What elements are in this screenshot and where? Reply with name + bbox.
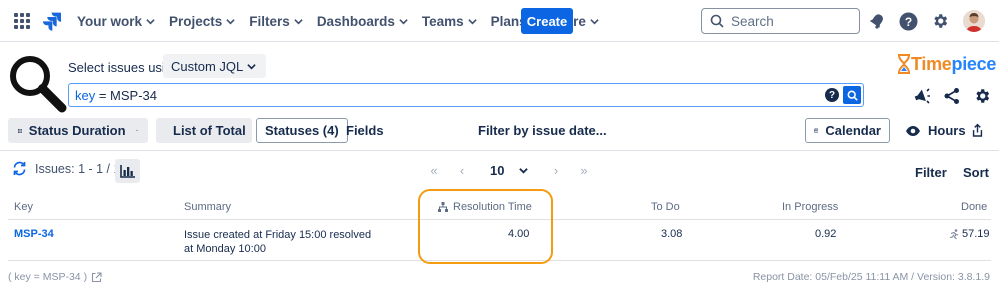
search-icon [847,90,858,101]
chevron-down-icon [226,18,235,24]
help-icon[interactable]: ? [898,11,918,31]
nav-projects[interactable]: Projects [162,0,242,42]
jql-field-keyword: key [75,87,96,103]
chevron-down-icon [135,129,138,132]
jql-query-rest: = MSP-34 [95,87,158,103]
statuses-label: Statuses (4) [265,123,339,138]
bar-chart-icon [120,164,135,178]
nav-dashboards[interactable]: Dashboards [310,0,415,42]
done-cell: 57.19 [949,228,990,240]
gear-icon[interactable] [972,86,992,106]
issues-count-row: Issues: 1 - 1 / 1 [12,161,120,176]
footer-query: ( key = MSP-34 ) [8,271,102,283]
resolution-time-highlight [418,189,553,264]
app-switcher-icon[interactable] [14,13,30,29]
chevron-down-icon [399,18,408,24]
chevron-down-icon [247,64,256,70]
column-header-to-do[interactable]: To Do [651,201,680,213]
to-do-value: 3.08 [661,228,683,240]
chevron-down-icon [590,18,599,24]
search-placeholder: Search [731,13,774,29]
calendar-label: Calendar [825,123,881,138]
pagination: « ‹ 10 › » [420,163,598,178]
status-duration-dropdown[interactable]: Status Duration [8,118,148,143]
refresh-icon[interactable] [12,161,27,176]
top-navigation: Your work Projects Filters Dashboards Te… [0,0,999,42]
settings-gear-icon[interactable] [930,11,950,31]
announcement-megaphone-icon[interactable] [912,86,932,106]
calendar-button[interactable]: Calendar [805,118,890,143]
in-progress-value: 0.92 [815,228,837,240]
report-date: Report Date: 05/Feb/25 11:11 AM / Versio… [752,271,990,283]
filter-by-issue-date-button[interactable]: Filter by issue date... [474,118,611,143]
user-avatar[interactable] [963,10,985,32]
last-page-icon[interactable]: » [570,163,598,178]
calendar-icon [814,128,819,133]
nav-filters-label: Filters [249,13,290,29]
first-page-icon[interactable]: « [420,163,448,178]
column-header-done[interactable]: Done [961,201,987,213]
issue-key-link[interactable]: MSP-34 [14,228,54,240]
column-header-summary[interactable]: Summary [184,201,231,213]
external-link-icon[interactable] [91,271,102,283]
column-header-in-progress[interactable]: In Progress [782,201,838,213]
export-upload-icon[interactable] [972,118,990,143]
previous-page-icon[interactable]: ‹ [448,163,476,178]
page-size-dropdown[interactable]: 10 [484,163,534,178]
done-value: 57.19 [962,228,990,240]
share-icon[interactable] [942,86,962,106]
list-of-total-label: List of Total [173,123,246,138]
sort-button[interactable]: Sort [963,165,989,180]
footer-query-text: ( key = MSP-34 ) [8,271,88,283]
nav-filters[interactable]: Filters [242,0,310,42]
svg-text:?: ? [904,15,911,29]
chevron-down-icon [467,18,477,24]
jql-help-icon[interactable]: ? [825,88,839,102]
runner-icon [949,228,959,239]
nav-your-work[interactable]: Your work [70,0,162,42]
search-icon [710,14,724,28]
eye-icon [906,125,920,136]
jql-query-input[interactable]: key = MSP-34 ? [68,83,864,107]
statuses-button[interactable]: Statuses (4) [256,118,348,143]
filter-by-issue-date-label: Filter by issue date... [478,123,607,138]
filter-button[interactable]: Filter [915,165,947,180]
query-mode-value: Custom JQL [171,58,244,74]
grid-icon [18,128,22,133]
issue-summary: Issue created at Friday 15:00 resolved a… [184,229,372,255]
hourglass-icon [898,54,910,74]
chevron-down-icon [146,18,155,24]
timepiece-search-icon [10,56,67,113]
list-of-total-button[interactable]: List of Total [156,118,252,143]
page-size-value: 10 [490,163,505,178]
nav-projects-label: Projects [169,13,223,29]
chevron-down-icon [519,168,528,174]
nav-teams-label: Teams [421,13,464,29]
hours-toggle[interactable]: Hours [901,118,970,143]
brand-part-2: piece [951,53,997,74]
notifications-icon[interactable] [867,11,887,31]
status-duration-label: Status Duration [28,123,126,138]
jql-search-button[interactable] [843,86,861,104]
nav-teams[interactable]: Teams [415,0,484,42]
query-mode-dropdown[interactable]: Custom JQL [163,54,266,78]
next-page-icon[interactable]: › [542,163,570,178]
column-header-key[interactable]: Key [14,201,33,213]
global-search-input[interactable]: Search [701,8,860,34]
fields-label: Fields [346,123,384,138]
nav-your-work-label: Your work [77,13,143,29]
timepiece-logo: Time piece [897,53,996,75]
chevron-down-icon [294,18,303,24]
jira-logo-icon[interactable] [42,11,62,31]
brand-part-1: Time [911,53,952,74]
fields-button[interactable]: Fields [342,118,388,143]
create-button[interactable]: Create [521,8,573,34]
issues-count: Issues: 1 - 1 / 1 [35,161,121,176]
hours-label: Hours [928,123,966,138]
chart-view-toggle[interactable] [115,159,140,183]
nav-dashboards-label: Dashboards [316,13,395,29]
